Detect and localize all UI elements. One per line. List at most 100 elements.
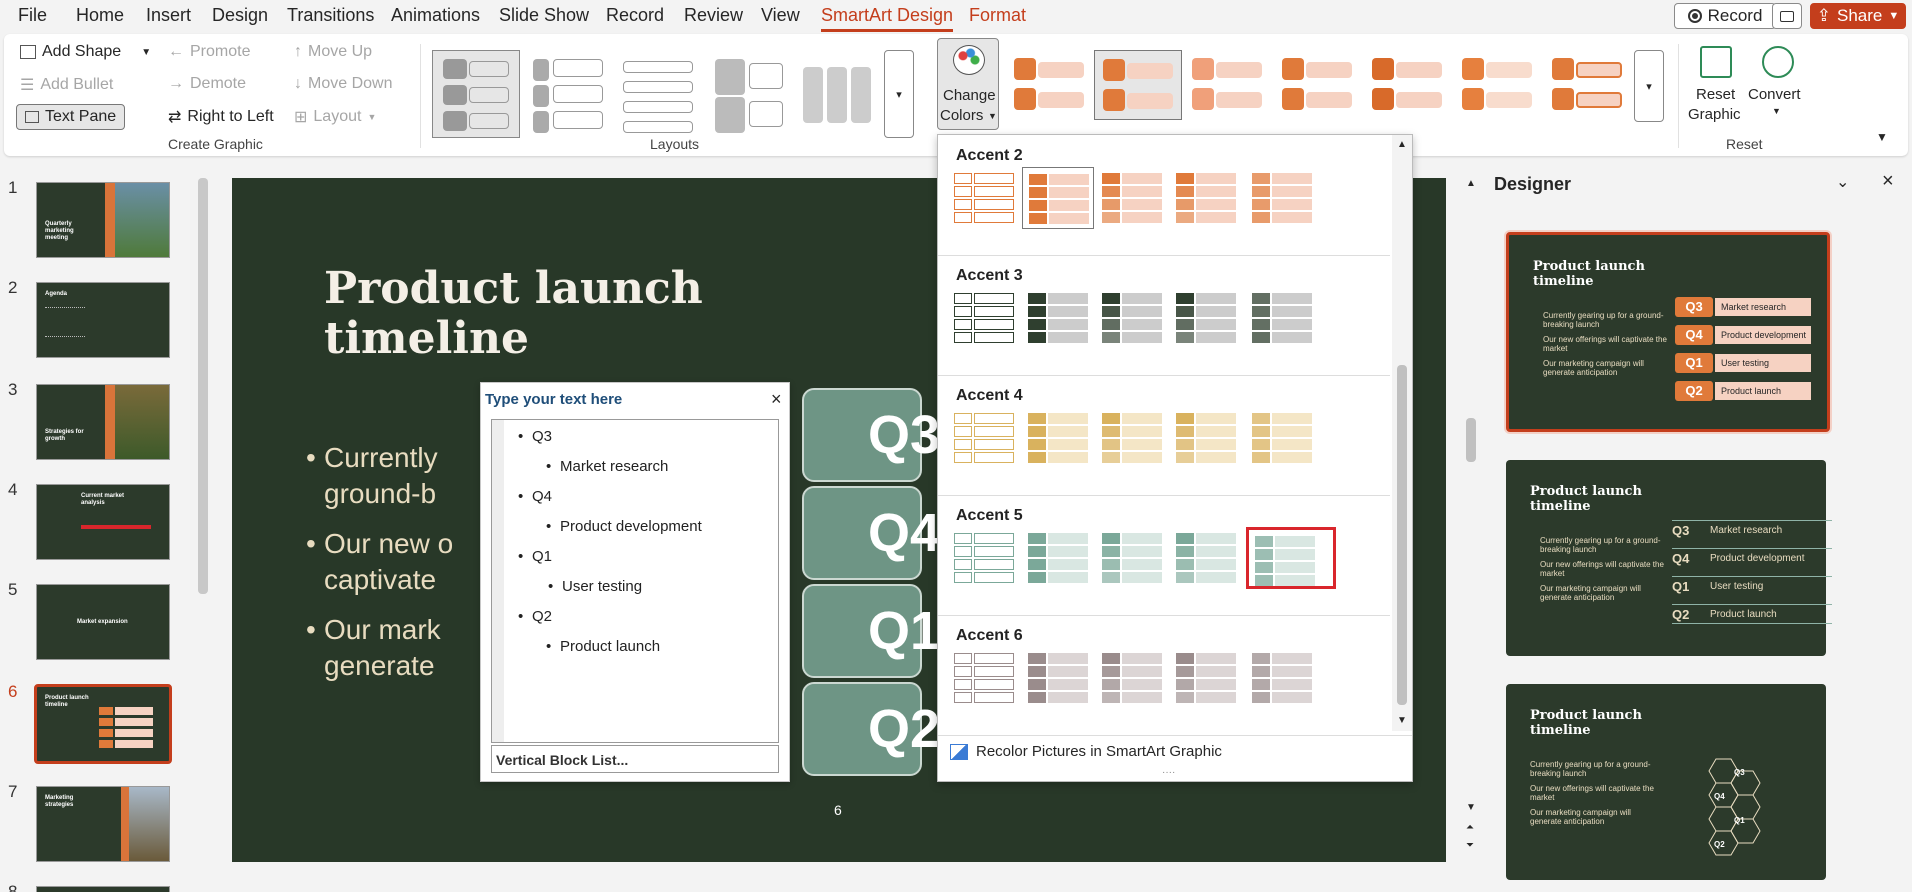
text-pane-layout-link[interactable]: Vertical Block List... [491, 745, 779, 773]
thumbnail-scrollbar-thumb[interactable] [198, 180, 208, 594]
color-swatch[interactable] [1170, 407, 1242, 469]
record-button[interactable]: Record [1674, 3, 1776, 29]
layout-button[interactable]: ⊞ Layout ▼ [294, 107, 376, 127]
next-slide-icon[interactable]: ⏷ [1466, 840, 1474, 851]
comments-button[interactable] [1772, 3, 1802, 29]
smartart-quarter-box[interactable]: Q3 [802, 388, 940, 482]
scroll-down-icon[interactable]: ▼ [1466, 802, 1476, 813]
color-swatch[interactable] [1170, 647, 1242, 709]
menu-design[interactable]: Design [212, 5, 268, 26]
share-button[interactable]: ⇪ Share ▼ [1810, 3, 1906, 29]
bullet-2[interactable]: Our new o captivate [306, 526, 453, 598]
color-swatch[interactable] [1096, 167, 1168, 229]
layout-vertical-chevron[interactable] [522, 50, 610, 138]
color-swatch[interactable] [1022, 527, 1094, 589]
scroll-thumb[interactable] [1397, 365, 1407, 705]
slide-scroll-track[interactable]: ▲ ▼ ⏶ ⏷ [1466, 178, 1476, 862]
design-idea-1[interactable]: Product launch timeline Currently gearing… [1506, 232, 1830, 432]
promote-button[interactable]: ← Promote [168, 43, 250, 61]
style-inset[interactable] [1544, 50, 1632, 120]
color-swatch[interactable] [948, 167, 1020, 229]
slide-title[interactable]: Product launch timeline [324, 264, 703, 364]
color-swatch[interactable] [1246, 527, 1336, 589]
color-swatch[interactable] [1246, 647, 1318, 709]
color-swatch[interactable] [1170, 287, 1242, 349]
chevron-down-icon[interactable]: ⌄ [1836, 172, 1849, 192]
layout-process-arrows[interactable] [702, 50, 790, 138]
color-swatch[interactable] [1096, 407, 1168, 469]
text-pane-button[interactable]: Text Pane [16, 104, 126, 130]
menu-smartart-design[interactable]: SmartArt Design [821, 5, 954, 32]
dropdown-scrollbar[interactable]: ▲ ▼ [1392, 135, 1412, 731]
scroll-down-icon[interactable]: ▼ [1397, 715, 1407, 726]
menu-record[interactable]: Record [606, 5, 664, 26]
scroll-thumb[interactable] [1466, 418, 1476, 462]
slide-thumb-1[interactable]: Quarterly marketing meeting [36, 182, 170, 258]
list-item[interactable]: Product development [546, 518, 702, 535]
slide-thumb-2[interactable]: Agenda [36, 282, 170, 358]
change-colors-button[interactable]: Change Colors ▼ [937, 38, 999, 130]
menu-slide-show[interactable]: Slide Show [499, 5, 589, 26]
move-up-button[interactable]: ↑ Move Up [294, 43, 372, 61]
list-item[interactable]: Q2 [518, 608, 552, 625]
layout-vertical-block-list[interactable] [432, 50, 520, 138]
design-idea-3[interactable]: Product launch timeline Currently gearing… [1506, 684, 1826, 880]
move-down-button[interactable]: ↓ Move Down [294, 75, 392, 93]
previous-slide-icon[interactable]: ⏶ [1466, 822, 1474, 833]
add-bullet-button[interactable]: ☰ Add Bullet [20, 75, 113, 95]
design-idea-2[interactable]: Product launch timeline Currently gearing… [1506, 460, 1832, 656]
style-white-outline[interactable] [1094, 50, 1182, 120]
color-swatch[interactable] [948, 527, 1020, 589]
scroll-up-icon[interactable]: ▲ [1466, 178, 1476, 189]
menu-transitions[interactable]: Transitions [287, 5, 374, 26]
layouts-more-button[interactable]: ▾ [884, 50, 914, 138]
color-swatch[interactable] [1022, 407, 1094, 469]
list-item[interactable]: Product launch [546, 638, 660, 655]
right-to-left-button[interactable]: ⇄ Right to Left [168, 107, 274, 127]
style-simple-fill[interactable] [1006, 50, 1094, 120]
style-subtle[interactable] [1184, 50, 1272, 120]
list-item[interactable]: User testing [548, 578, 642, 595]
color-swatch[interactable] [1246, 407, 1318, 469]
menu-review[interactable]: Review [684, 5, 743, 26]
bullet-1[interactable]: Currently ground-b [306, 440, 438, 512]
color-swatch[interactable] [948, 407, 1020, 469]
text-pane-list[interactable]: Q3 Market research Q4 Product developmen… [491, 419, 779, 743]
bullet-3[interactable]: Our mark generate [306, 612, 441, 684]
resize-grip-icon[interactable]: ···· [1162, 767, 1175, 778]
smartart-quarter-box[interactable]: Q1 [802, 584, 940, 678]
slide-thumb-6[interactable]: Product launch timeline [34, 684, 172, 764]
layout-chevron-list[interactable] [792, 50, 880, 138]
reset-graphic-button[interactable]: Reset Graphic [1688, 42, 1744, 128]
color-swatch[interactable] [1170, 167, 1242, 229]
scroll-up-icon[interactable]: ▲ [1397, 139, 1407, 150]
color-swatch[interactable] [948, 647, 1020, 709]
chevron-down-icon[interactable]: ▼ [141, 47, 151, 58]
list-item[interactable]: Market research [546, 458, 668, 475]
color-swatch[interactable] [1096, 287, 1168, 349]
menu-animations[interactable]: Animations [391, 5, 480, 26]
styles-more-button[interactable]: ▾ [1634, 50, 1664, 122]
menu-file[interactable]: File [18, 5, 47, 26]
color-swatch[interactable] [1246, 287, 1318, 349]
menu-home[interactable]: Home [76, 5, 124, 26]
layout-vertical-arrow[interactable] [612, 50, 700, 138]
color-swatch[interactable] [1096, 647, 1168, 709]
list-item[interactable]: Q1 [518, 548, 552, 565]
menu-format[interactable]: Format [969, 5, 1026, 26]
color-swatch[interactable] [1022, 647, 1094, 709]
slide-thumb-4[interactable]: Current market analysis [36, 484, 170, 560]
close-icon[interactable]: × [771, 389, 782, 410]
smartart-quarter-box[interactable]: Q2 [802, 682, 940, 776]
color-swatch[interactable] [1246, 167, 1318, 229]
slide-thumb-3[interactable]: Strategies for growth [36, 384, 170, 460]
add-shape-button[interactable]: Add Shape ▼ [20, 43, 151, 61]
list-item[interactable]: Q3 [518, 428, 552, 445]
slide-thumb-7[interactable]: Marketing strategies [36, 786, 170, 862]
style-moderate[interactable] [1274, 50, 1362, 120]
close-icon[interactable]: × [1882, 170, 1894, 193]
style-intense[interactable] [1364, 50, 1452, 120]
slide-thumb-8[interactable] [36, 886, 170, 892]
color-swatch[interactable] [1022, 167, 1094, 229]
smartart-quarter-box[interactable]: Q4 [802, 486, 940, 580]
